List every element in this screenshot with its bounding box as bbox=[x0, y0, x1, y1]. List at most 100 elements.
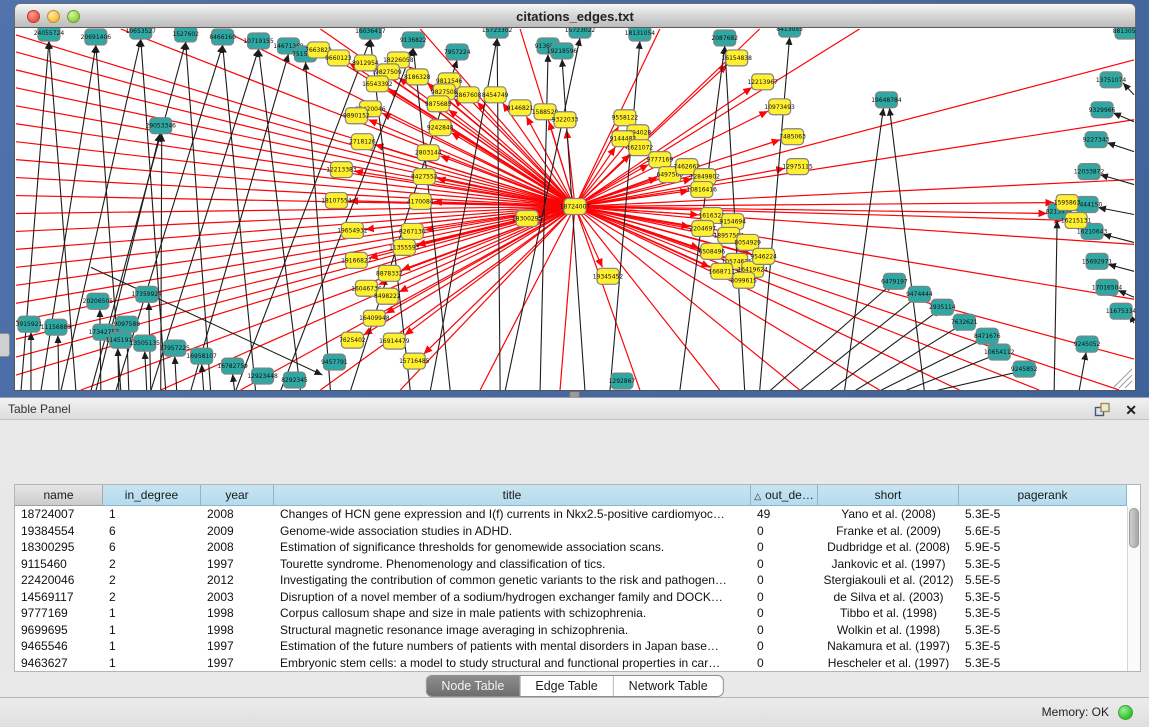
graph-node[interactable]: 8471676 bbox=[974, 328, 1001, 344]
graph-node[interactable]: 19345452 bbox=[593, 268, 624, 284]
graph-node[interactable]: 19218596 bbox=[547, 43, 578, 59]
graph-node[interactable]: 9242848 bbox=[427, 120, 454, 136]
graph-node[interactable]: 9136822 bbox=[400, 32, 427, 48]
scrollbar-thumb[interactable] bbox=[1129, 508, 1139, 548]
graph-node[interactable]: 2803144 bbox=[415, 145, 442, 161]
graph-node[interactable]: 12923448 bbox=[247, 368, 278, 384]
graph-node[interactable]: 9329966 bbox=[1089, 102, 1116, 118]
graph-node[interactable]: 8454749 bbox=[482, 87, 509, 103]
graph-node[interactable]: 1292867 bbox=[609, 373, 636, 389]
graph-node[interactable]: 16154838 bbox=[722, 50, 753, 66]
graph-node[interactable]: 8413055 bbox=[776, 28, 803, 37]
graph-node[interactable]: 11675334 bbox=[1106, 303, 1135, 319]
graph-node[interactable]: 12033872 bbox=[1074, 164, 1105, 180]
graph-node[interactable]: 2204697 bbox=[689, 220, 716, 236]
graph-node[interactable]: 19166827 bbox=[341, 252, 372, 268]
graph-node[interactable]: 6508496 bbox=[698, 243, 725, 259]
column-header-name[interactable]: name bbox=[15, 485, 103, 506]
graph-node[interactable]: 10816416 bbox=[687, 182, 718, 198]
graph-node[interactable]: 29053346 bbox=[146, 118, 177, 134]
table-row[interactable]: 911546021997Tourette syndrome. Phenomeno… bbox=[15, 556, 1127, 573]
graph-node[interactable]: 9660123 bbox=[325, 50, 352, 66]
graph-node[interactable]: 18131054 bbox=[625, 28, 656, 41]
graph-node[interactable]: 13751074 bbox=[1096, 72, 1127, 88]
graph-node[interactable]: 20206505 bbox=[83, 293, 114, 309]
graph-node[interactable]: 18107554 bbox=[321, 193, 352, 209]
graph-node[interactable]: 16958107 bbox=[186, 348, 217, 364]
graph-node[interactable]: 18300295 bbox=[512, 210, 543, 226]
graph-node[interactable]: 24055724 bbox=[34, 28, 65, 41]
table-row[interactable]: 946554611997Estimation of the future num… bbox=[15, 638, 1127, 655]
graph-node[interactable]: 9474444 bbox=[906, 286, 933, 302]
network-frame-titlebar[interactable]: citations_edges.txt bbox=[14, 3, 1136, 28]
graph-node[interactable]: 16782759 bbox=[217, 358, 248, 374]
graph-node[interactable]: 15723022 bbox=[565, 28, 596, 38]
graph-node[interactable]: 4170084 bbox=[407, 194, 434, 210]
graph-node[interactable]: 9546224 bbox=[750, 248, 777, 264]
float-panel-icon[interactable] bbox=[1094, 402, 1111, 417]
graph-node[interactable]: 8267130 bbox=[399, 223, 426, 239]
graph-node[interactable]: 10653527 bbox=[126, 28, 157, 39]
graph-node[interactable]: 1668711 bbox=[708, 263, 735, 279]
table-row[interactable]: 1830029562008Estimation of significance … bbox=[15, 539, 1127, 556]
graph-node[interactable]: 9777169 bbox=[647, 152, 674, 168]
graph-node[interactable]: 16215131 bbox=[1061, 212, 1092, 228]
table-row[interactable]: 946362711997Embryonic stem cells: a mode… bbox=[15, 655, 1127, 672]
graph-node[interactable]: 15723302 bbox=[482, 28, 513, 38]
column-header-pagerank[interactable]: pagerank bbox=[959, 485, 1127, 506]
vertical-scrollbar[interactable] bbox=[1127, 506, 1140, 671]
graph-node[interactable]: 10719155 bbox=[243, 33, 274, 49]
graph-node[interactable]: 18724007 bbox=[560, 199, 591, 215]
tab-edge-table[interactable]: Edge Table bbox=[519, 676, 612, 696]
graph-node[interactable]: 6479197 bbox=[881, 273, 908, 289]
close-panel-icon[interactable]: ✕ bbox=[1125, 399, 1137, 421]
graph-node[interactable]: 8427552 bbox=[411, 169, 438, 185]
graph-node[interactable]: 2867608 bbox=[455, 87, 482, 103]
graph-node[interactable]: 11156889 bbox=[41, 319, 72, 335]
graph-node[interactable]: 7625402 bbox=[339, 332, 366, 348]
graph-node[interactable]: 17359924 bbox=[132, 286, 163, 302]
graph-node[interactable]: 19648784 bbox=[871, 92, 902, 108]
graph-node[interactable]: 9227343 bbox=[1083, 132, 1110, 148]
graph-node[interactable]: 16914479 bbox=[379, 333, 410, 349]
graph-node[interactable]: 10973493 bbox=[764, 99, 795, 115]
column-header-out_de[interactable]: △out_de… bbox=[751, 485, 818, 506]
graph-node[interactable]: 9558122 bbox=[612, 110, 639, 126]
graph-node[interactable]: 10654112 bbox=[984, 344, 1015, 360]
graph-node[interactable]: 15716485 bbox=[399, 353, 430, 369]
graph-node[interactable]: 9890152 bbox=[343, 108, 370, 124]
graph-node[interactable]: 1527602 bbox=[172, 28, 199, 42]
network-canvas[interactable]: 24055724 20691406 10653527 1527602 8466160 10… bbox=[14, 28, 1136, 391]
graph-node[interactable]: 7957224 bbox=[444, 44, 471, 60]
tab-node-table[interactable]: Node Table bbox=[426, 676, 519, 696]
column-header-in_degree[interactable]: in_degree bbox=[103, 485, 201, 506]
table-row[interactable]: 1456911722003Disruption of a novel membe… bbox=[15, 589, 1127, 606]
table-row[interactable]: 2242004622012Investigating the contribut… bbox=[15, 572, 1127, 589]
graph-node[interactable]: 19654932 bbox=[337, 222, 368, 238]
graph-node[interactable]: 16036417 bbox=[355, 28, 386, 39]
graph-node[interactable]: 12975115 bbox=[782, 159, 813, 175]
graph-node[interactable]: 11355593 bbox=[389, 239, 420, 255]
graph-node[interactable]: 12213967 bbox=[747, 74, 778, 90]
graph-node[interactable]: 15692971 bbox=[1082, 253, 1113, 269]
graph-node[interactable]: 2935114 bbox=[929, 299, 956, 315]
graph-node[interactable]: 13505135 bbox=[130, 335, 161, 351]
column-header-year[interactable]: year bbox=[201, 485, 274, 506]
graph-node[interactable]: 9245852 bbox=[1011, 361, 1038, 377]
graph-node[interactable]: 8878332 bbox=[376, 265, 403, 281]
graph-node[interactable]: 8466160 bbox=[209, 29, 236, 45]
table-row[interactable]: 1938455462009Genome-wide association stu… bbox=[15, 523, 1127, 540]
graph-node[interactable]: 8813054 bbox=[1113, 28, 1135, 39]
graph-node[interactable]: 20691406 bbox=[81, 29, 112, 45]
table-row[interactable]: 969969511998Structural magnetic resonanc… bbox=[15, 622, 1127, 639]
graph-node[interactable]: 7632621 bbox=[951, 314, 978, 330]
graph-node[interactable]: 16543392 bbox=[362, 76, 393, 92]
table-row[interactable]: 1872400712008Changes of HCN gene express… bbox=[15, 506, 1127, 523]
graph-node[interactable]: 12213383 bbox=[326, 162, 357, 178]
table-row[interactable]: 977716911998Corpus callosum shape and si… bbox=[15, 605, 1127, 622]
column-header-title[interactable]: title bbox=[274, 485, 751, 506]
graph-node[interactable]: 16409948 bbox=[359, 310, 390, 326]
graph-node[interactable]: 8186328 bbox=[404, 69, 431, 85]
column-header-short[interactable]: short bbox=[818, 485, 959, 506]
graph-node[interactable]: 3915921 bbox=[16, 316, 43, 332]
